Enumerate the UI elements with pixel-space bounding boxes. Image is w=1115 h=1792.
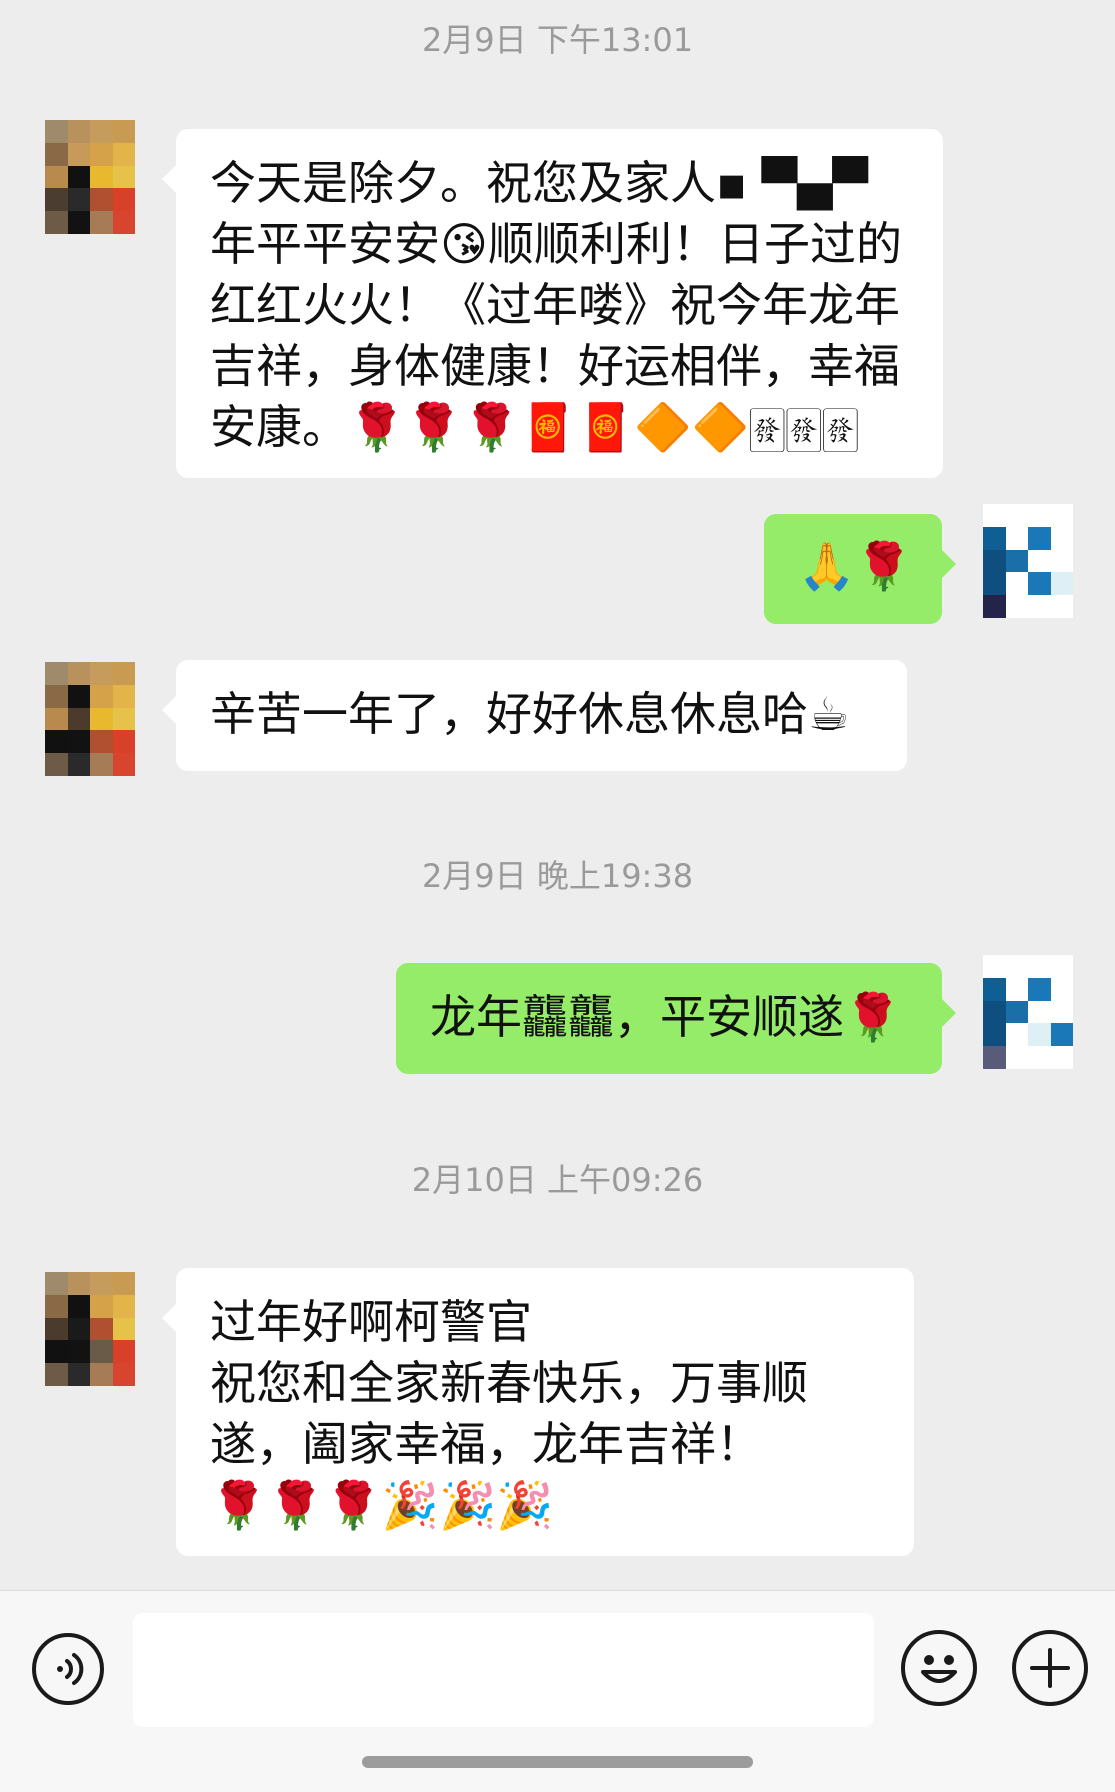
chat-area[interactable]: 2月9日 下午13:01 今天是除夕。祝您及家人▪ ▀▄▀ 年平平安安😘顺顺利利… bbox=[0, 0, 1115, 1590]
plus-icon bbox=[1030, 1648, 1070, 1688]
my-avatar[interactable] bbox=[983, 955, 1073, 1069]
message-text: 过年好啊柯警官 祝您和全家新春快乐，万事顺遂，阖家幸福，龙年吉祥！ 🌹🌹🌹🎉🎉🎉 bbox=[210, 1295, 808, 1532]
message-bubble-outgoing[interactable]: 龙年龘龘，平安顺遂🌹 bbox=[396, 963, 956, 1074]
contact-avatar[interactable] bbox=[45, 1272, 135, 1386]
voice-button[interactable] bbox=[32, 1633, 104, 1705]
more-button[interactable] bbox=[1012, 1630, 1088, 1706]
message-text: 辛苦一年了，好好休息休息哈☕ bbox=[210, 687, 850, 741]
timestamp: 2月9日 晚上19:38 bbox=[421, 857, 694, 895]
emoji-icon bbox=[921, 1655, 957, 1683]
my-avatar[interactable] bbox=[983, 504, 1073, 618]
voice-icon bbox=[57, 1653, 84, 1685]
contact-avatar[interactable] bbox=[45, 662, 135, 776]
message-text: 龙年龘龘，平安顺遂🌹 bbox=[430, 990, 902, 1044]
home-indicator[interactable] bbox=[362, 1756, 753, 1768]
message-text: 今天是除夕。祝您及家人▪ ▀▄▀ 年平平安安😘顺顺利利！日子过的红红火火！《过年… bbox=[210, 156, 902, 454]
emoji-button[interactable] bbox=[901, 1630, 977, 1706]
message-bubble-incoming[interactable]: 辛苦一年了，好好休息休息哈☕ bbox=[162, 660, 907, 771]
timestamp: 2月9日 下午13:01 bbox=[421, 21, 694, 59]
message-bubble-incoming[interactable]: 今天是除夕。祝您及家人▪ ▀▄▀ 年平平安安😘顺顺利利！日子过的红红火火！《过年… bbox=[162, 129, 943, 478]
input-bar bbox=[0, 1590, 1115, 1792]
message-input[interactable] bbox=[133, 1613, 874, 1727]
contact-avatar[interactable] bbox=[45, 120, 135, 234]
timestamp: 2月10日 上午09:26 bbox=[411, 1161, 704, 1199]
message-bubble-incoming[interactable]: 过年好啊柯警官 祝您和全家新春快乐，万事顺遂，阖家幸福，龙年吉祥！ 🌹🌹🌹🎉🎉🎉 bbox=[162, 1268, 914, 1556]
message-bubble-outgoing[interactable]: 🙏🌹 bbox=[764, 514, 956, 624]
message-text: 🙏🌹 bbox=[798, 539, 913, 593]
